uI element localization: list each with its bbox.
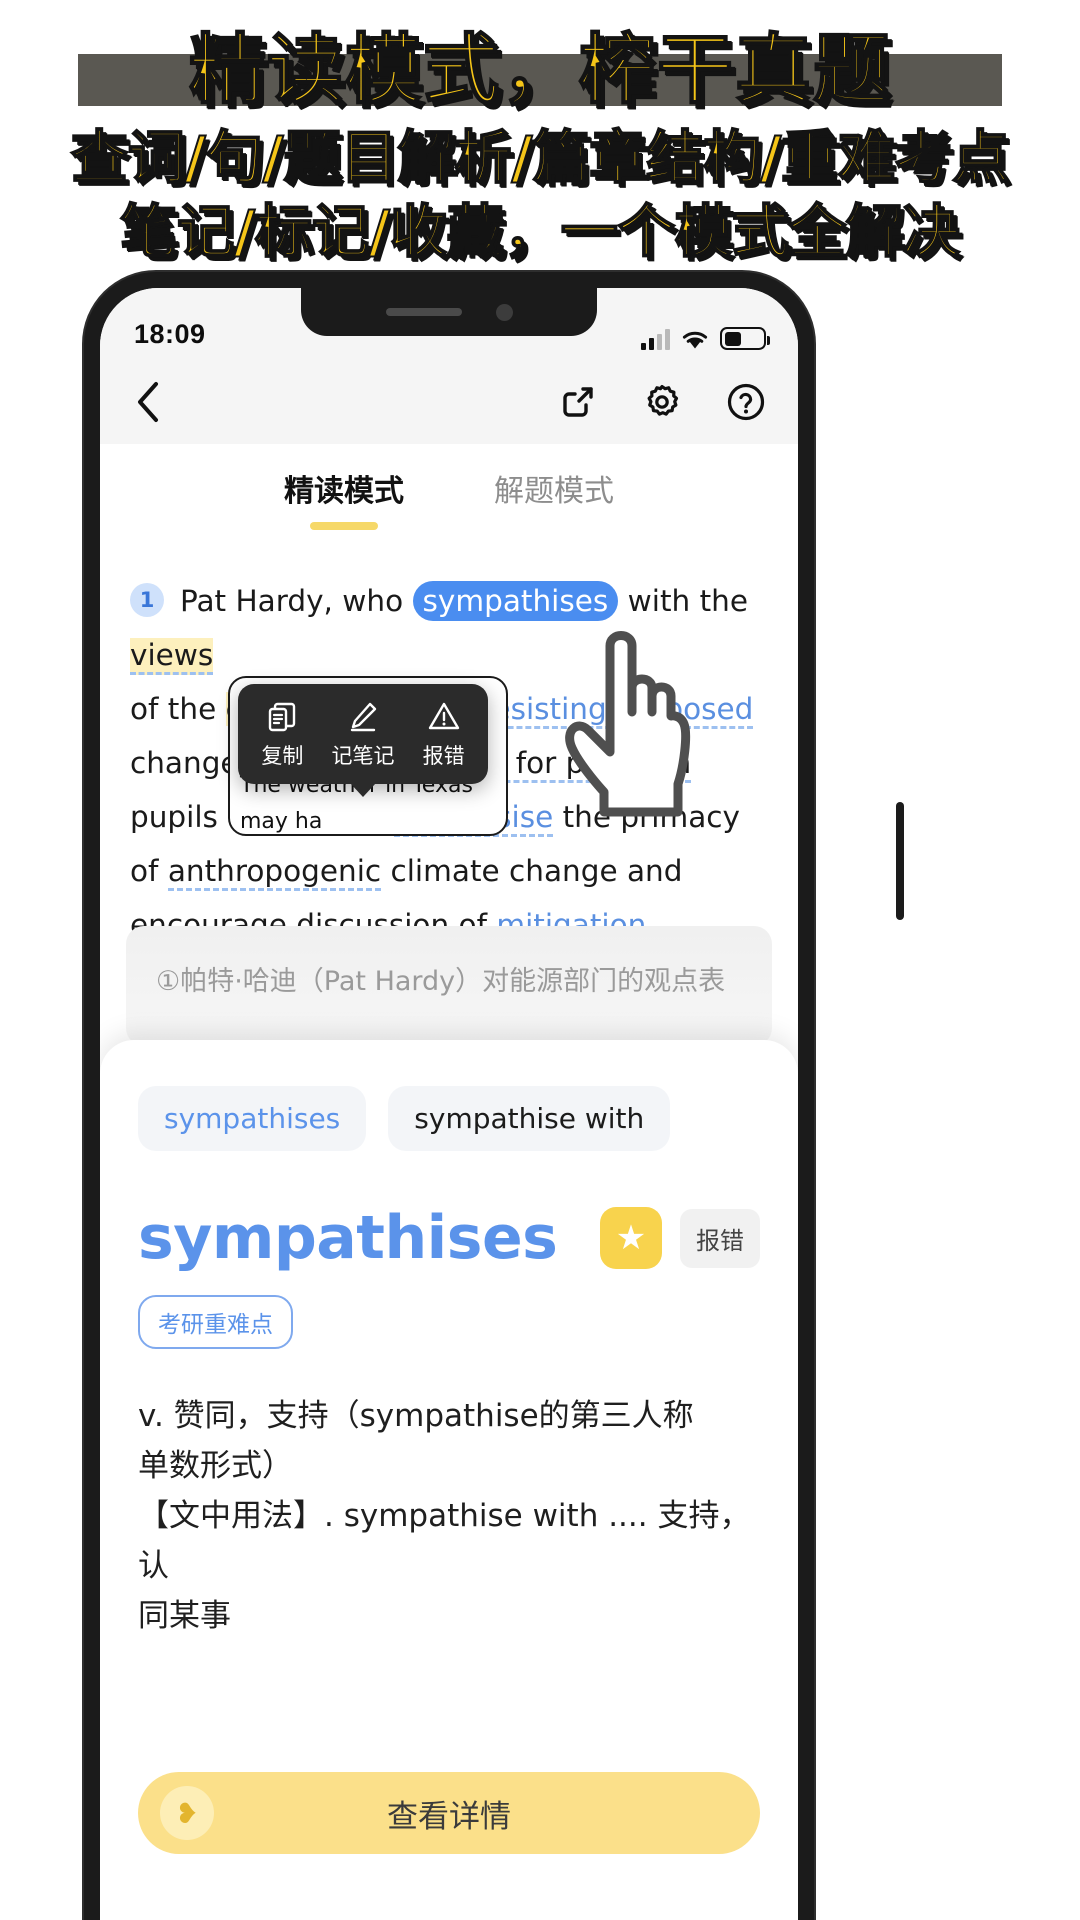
- paragraph-number-badge: 1: [130, 583, 164, 617]
- earpiece-speaker: [385, 308, 462, 316]
- definition-line-1: v. 赞同，支持（sympathise的第三人称: [138, 1398, 694, 1434]
- dictionary-headword-row: sympathises ★ 报错: [138, 1203, 760, 1273]
- definition-line-4: 同某事: [138, 1598, 231, 1634]
- definition-line-3: 【文中用法】. sympathise with .... 支持，认: [138, 1498, 751, 1584]
- status-badge-exam-keypoint: 考研重难点: [138, 1295, 293, 1349]
- gear-icon[interactable]: [640, 380, 684, 424]
- phone-mockup: 18:09 精读模式 解题模式 1 Pat Hardy, who sympath…: [84, 272, 904, 1920]
- selected-word-sympathises[interactable]: sympathises: [412, 581, 619, 621]
- highlight-views[interactable]: views: [130, 638, 214, 675]
- article-anthropogenic[interactable]: anthropogenic: [167, 854, 382, 891]
- article-seg-9: climate change and: [381, 854, 683, 888]
- hand-pointer-cursor: [552, 616, 702, 841]
- context-menu-label-note: 记笔记: [331, 744, 395, 768]
- definition-line-2: 单数形式）: [138, 1448, 293, 1484]
- article-seg-1: Pat Hardy, who: [180, 584, 413, 618]
- share-external-link-icon[interactable]: [556, 380, 600, 424]
- context-menu-item-note[interactable]: 记笔记: [323, 700, 404, 770]
- phone-notch: [301, 288, 597, 336]
- dictionary-chips: sympathises sympathise with: [138, 1086, 760, 1151]
- app-nav-bar: [100, 360, 798, 444]
- promo-title: 精读模式，榨干真题: [188, 24, 891, 115]
- dictionary-headword: sympathises: [138, 1203, 558, 1273]
- leaf-icon: ❥: [160, 1786, 214, 1840]
- promo-header: 精读模式，榨干真题 查词/句/题目解析/篇章结构/重难考点 笔记/标记/收藏，一…: [0, 0, 1080, 300]
- dictionary-bottom-sheet: sympathises sympathise with sympathises …: [100, 1040, 798, 1920]
- selection-context-menu[interactable]: 复制 记笔记 报错: [238, 684, 488, 797]
- article-seg-2: with the: [618, 584, 749, 618]
- pencil-note-icon: [323, 700, 404, 734]
- status-time: 18:09: [134, 319, 206, 349]
- context-menu-item-copy[interactable]: 复制: [242, 700, 323, 770]
- promo-subtitle-line-2: 笔记/标记/收藏，一个模式全解决: [119, 198, 961, 266]
- context-menu-arrow: [350, 783, 376, 797]
- view-details-label: 查看详情: [387, 1798, 511, 1835]
- dictionary-actions: ★ 报错: [600, 1207, 760, 1269]
- view-details-button[interactable]: ❥ 查看详情: [138, 1772, 760, 1854]
- cellular-signal-icon: [641, 329, 670, 350]
- wifi-icon: [681, 329, 709, 350]
- phone-screen: 18:09 精读模式 解题模式 1 Pat Hardy, who sympath…: [100, 288, 798, 1920]
- phone-power-button: [896, 802, 904, 920]
- translation-strip[interactable]: ①帕特·哈迪（Pat Hardy）对能源部门的观点表: [126, 926, 772, 1046]
- chip-word[interactable]: sympathises: [138, 1086, 367, 1151]
- article-seg-8: of: [130, 854, 168, 888]
- battery-icon: [720, 327, 770, 350]
- back-chevron-icon[interactable]: [126, 380, 170, 424]
- warning-triangle-icon: [403, 700, 484, 734]
- status-icons: [641, 327, 770, 350]
- promo-screenshot-page: 精读模式，榨干真题 查词/句/题目解析/篇章结构/重难考点 笔记/标记/收藏，一…: [0, 0, 1080, 1920]
- copy-icon: [242, 700, 323, 734]
- question-mark-circle-icon[interactable]: [724, 380, 768, 424]
- context-menu-label-copy: 复制: [261, 744, 304, 768]
- tab-problem-solving[interactable]: 解题模式: [494, 466, 614, 514]
- promo-subtitle-line-1: 查词/句/题目解析/篇章结构/重难考点: [70, 124, 1010, 192]
- front-camera: [495, 303, 513, 321]
- article-seg-3: of the: [130, 692, 226, 726]
- chip-phrase[interactable]: sympathise with: [388, 1086, 671, 1151]
- tab-intensive-reading[interactable]: 精读模式: [284, 466, 404, 514]
- context-menu-label-report: 报错: [422, 744, 465, 768]
- nav-actions: [556, 380, 768, 424]
- mode-tabs: 精读模式 解题模式: [100, 444, 798, 536]
- context-menu-item-report[interactable]: 报错: [403, 700, 484, 770]
- star-favorite-icon[interactable]: ★: [600, 1207, 662, 1269]
- dictionary-report-button[interactable]: 报错: [680, 1208, 760, 1268]
- dictionary-definitions: v. 赞同，支持（sympathise的第三人称 单数形式） 【文中用法】. s…: [138, 1391, 760, 1641]
